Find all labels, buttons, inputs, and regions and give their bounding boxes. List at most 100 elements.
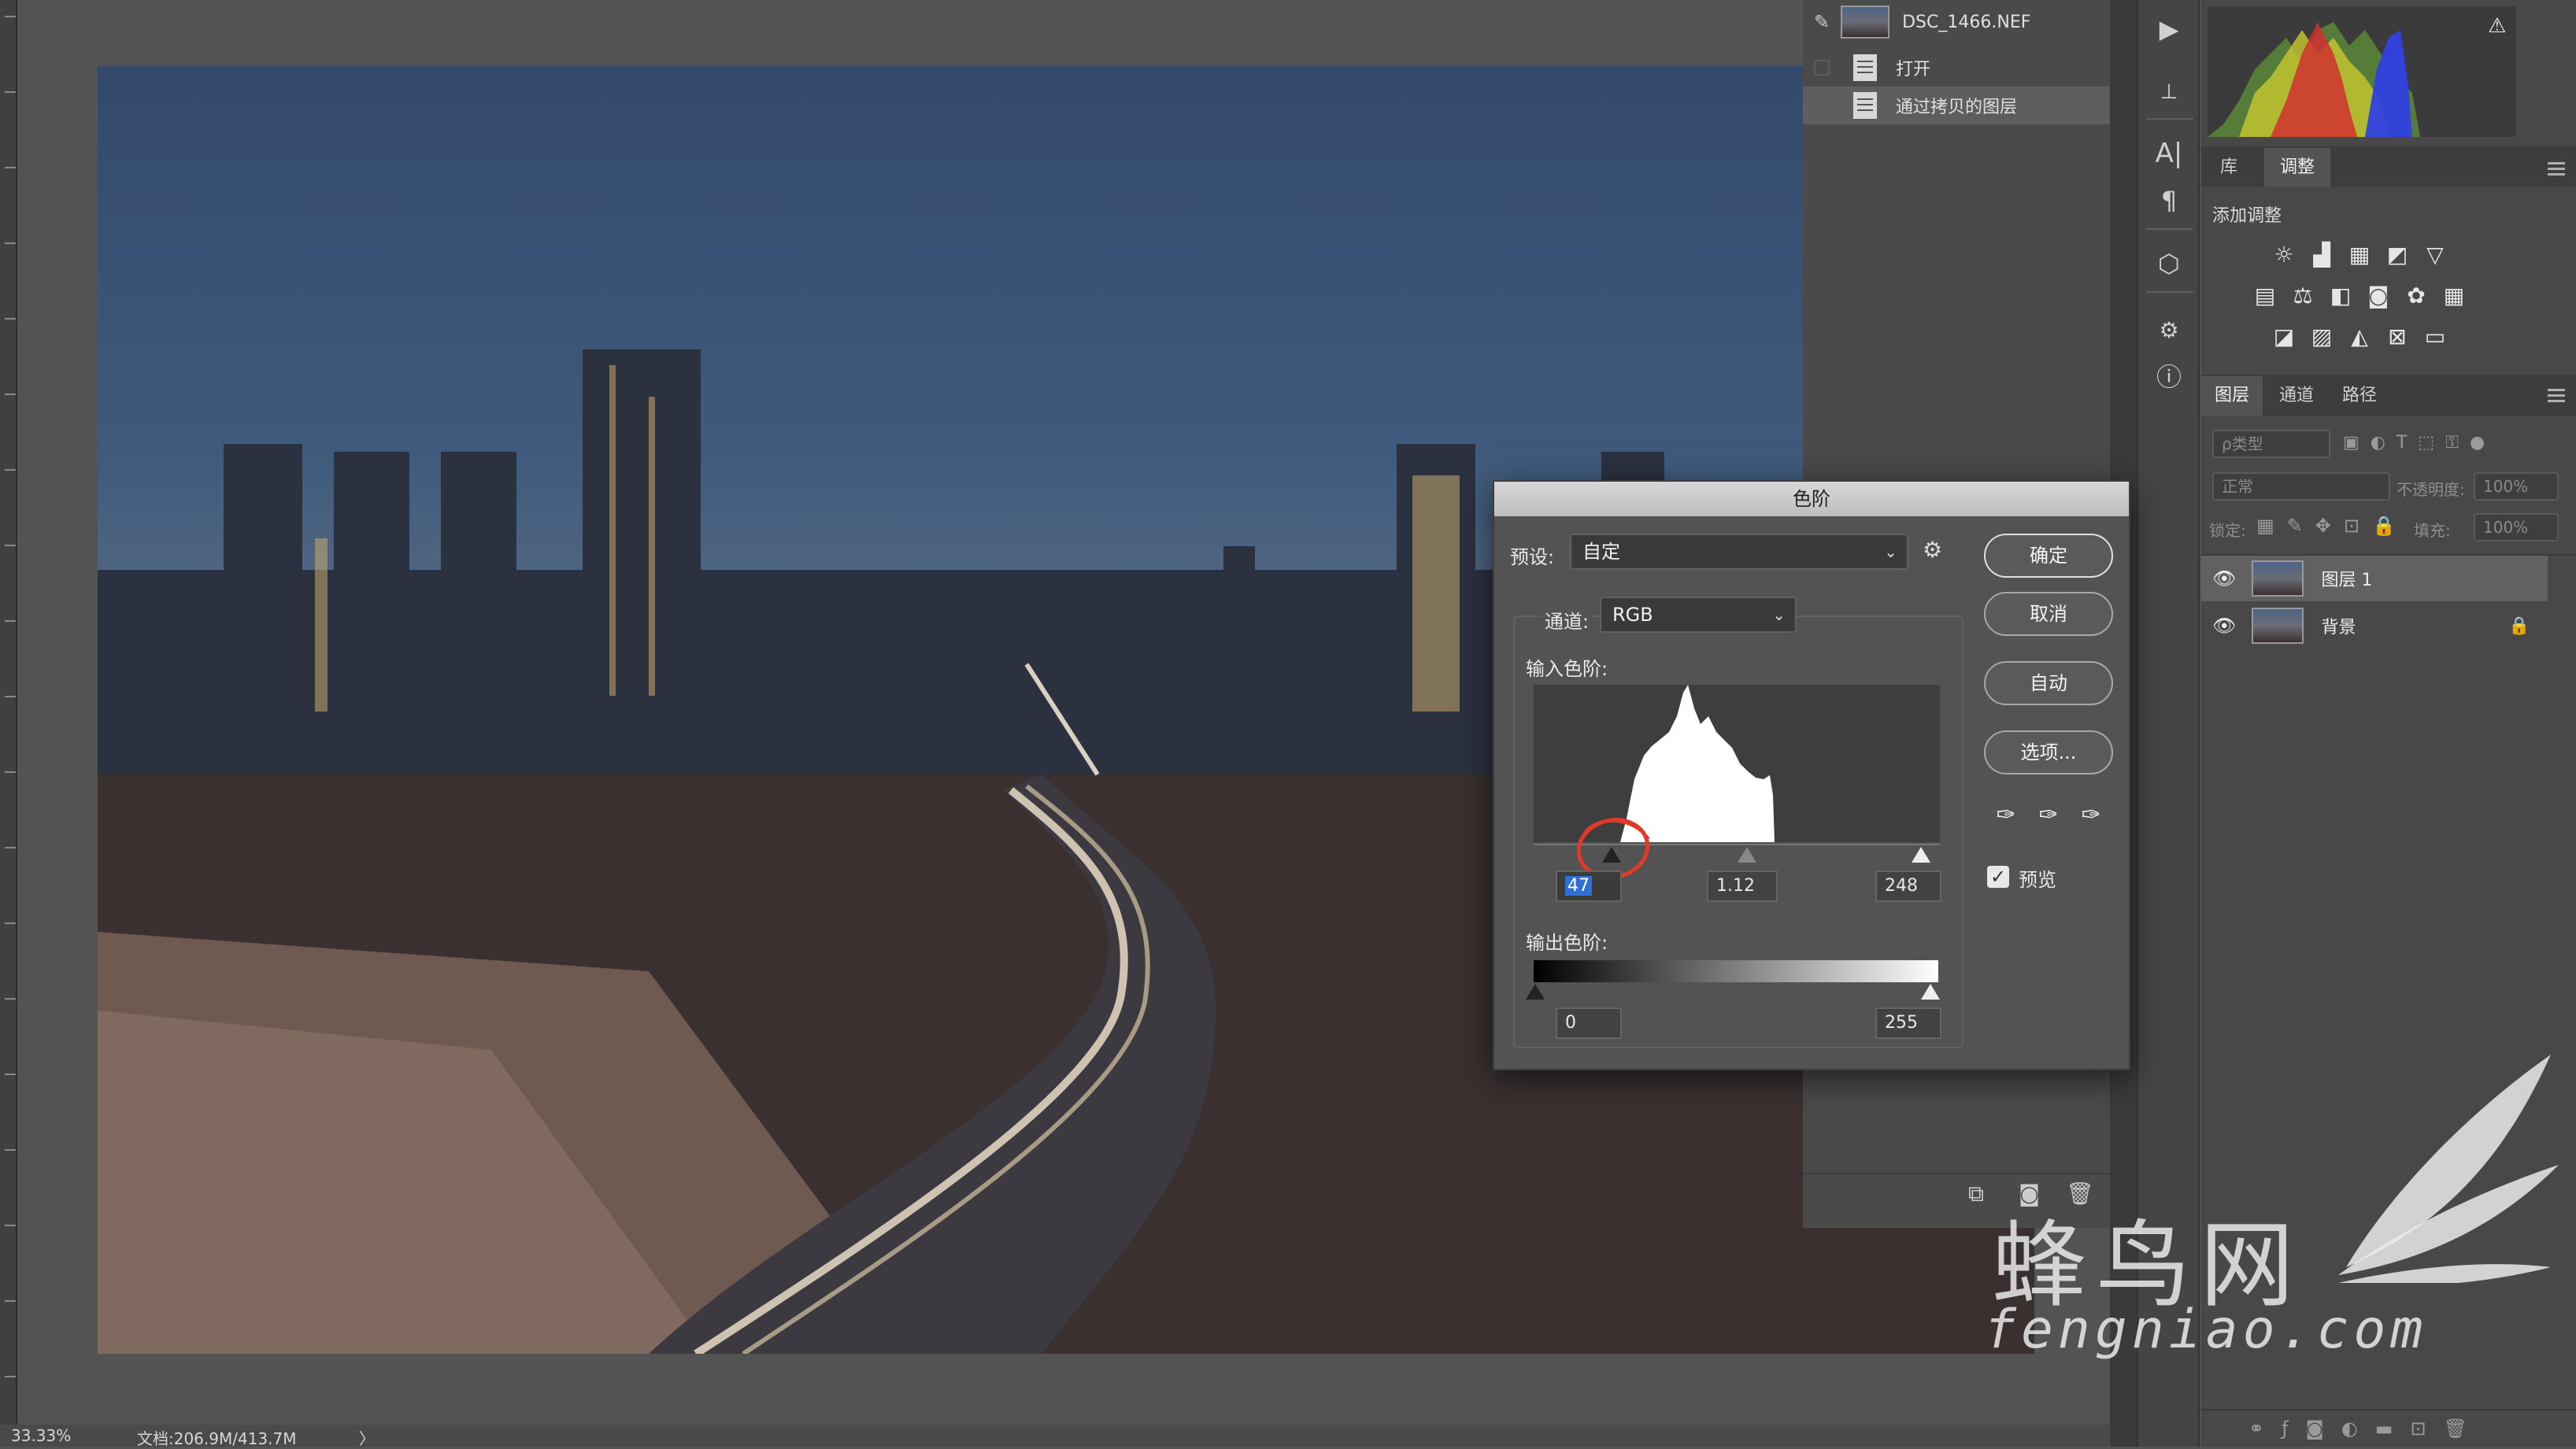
tab-layers[interactable]: 图层 [2201, 376, 2263, 416]
output-levels-label: 输出色阶: [1526, 932, 1608, 954]
output-black-field[interactable]: 0 [1556, 1007, 1622, 1039]
panel-menu-icon[interactable] [2548, 389, 2565, 391]
options-button[interactable]: 选项... [1984, 730, 2113, 774]
dialog-title[interactable]: 色阶 [1494, 482, 2129, 516]
preset-value: 自定 [1582, 541, 1620, 563]
tab-channels[interactable]: 通道 [2266, 376, 2327, 416]
ruler-tick [5, 167, 16, 168]
snapshot-name: DSC_1466.NEF [1902, 12, 2031, 32]
warning-icon[interactable]: ⚠ [2488, 14, 2506, 38]
status-bar: 33.33% 文档:206.9M/413.7M 〉 [0, 1425, 2110, 1449]
preset-options-gear-icon[interactable]: ⚙ [1923, 537, 1942, 563]
3d-cube-icon[interactable]: ⬡ [2149, 244, 2189, 283]
cancel-button[interactable]: 取消 [1984, 592, 2113, 636]
levels-dialog: 色阶 预设: 自定 ⌄ ⚙ 通道: RGB ⌄ 输入色阶: 47 1.12 24… [1493, 480, 2130, 1070]
lock-label: 锁定: [2209, 521, 2246, 540]
input-black-field[interactable]: 47 [1556, 871, 1622, 902]
exposure-icon[interactable]: ◩ [2384, 241, 2411, 268]
threshold-icon[interactable]: ◭ [2346, 323, 2373, 349]
black-white-icon[interactable]: ◧ [2327, 282, 2354, 309]
zoom-level[interactable]: 33.33% [11, 1426, 71, 1445]
layer-row-layer1[interactable]: 👁 图层 1 [2201, 556, 2548, 601]
preset-select[interactable]: 自定 ⌄ [1570, 534, 1908, 570]
input-gamma-field[interactable]: 1.12 [1707, 871, 1778, 902]
adjustments-tabbar [2201, 146, 2576, 187]
photo-filter-icon[interactable]: ◙ [2365, 282, 2392, 309]
history-state-icon [1853, 54, 1877, 81]
auto-button[interactable]: 自动 [1984, 661, 2113, 705]
snapshot-thumbnail [1841, 6, 1890, 39]
lock-icons[interactable]: ▦✎✥⊡🔒 [2256, 515, 2414, 537]
brush-presets-icon[interactable]: ⚙ [2149, 310, 2189, 349]
layer-filter-select[interactable]: ρ类型 [2212, 430, 2330, 458]
color-lookup-icon[interactable]: ▦ [2441, 282, 2467, 309]
selective-color-icon[interactable]: ⊠ [2384, 323, 2411, 349]
input-levels-label: 输入色阶: [1526, 658, 1608, 680]
levels-icon[interactable]: ▟ [2308, 241, 2335, 268]
posterize-icon[interactable]: ▨ [2308, 323, 2335, 349]
opacity-field[interactable]: 100% [2474, 472, 2559, 501]
brightness-contrast-icon[interactable]: ☼ [2271, 241, 2297, 268]
ruler-tick [5, 620, 16, 622]
history-source-checkbox[interactable] [1814, 98, 1830, 113]
black-eyedropper-icon[interactable]: ✑ [1990, 800, 2022, 831]
gray-eyedropper-icon[interactable]: ✑ [2033, 800, 2064, 831]
vibrance-icon[interactable]: ▽ [2422, 241, 2448, 268]
layer-name: 图层 1 [2321, 571, 2373, 590]
preset-label: 预设: [1510, 546, 1555, 568]
gradient-map-icon[interactable]: ▭ [2422, 323, 2448, 349]
preview-checkbox[interactable]: ✓ [1987, 866, 2009, 888]
ruler-tick [5, 1074, 16, 1075]
input-white-point-handle[interactable] [1912, 847, 1930, 863]
output-black-handle[interactable] [1526, 984, 1545, 1000]
channel-select[interactable]: RGB ⌄ [1600, 597, 1797, 633]
status-menu-arrow[interactable]: 〉 [359, 1426, 375, 1449]
invert-icon[interactable]: ◪ [2271, 323, 2297, 349]
vertical-ruler[interactable] [0, 0, 17, 1425]
play-icon[interactable]: ▶ [2149, 9, 2189, 49]
input-white-field[interactable]: 248 [1875, 871, 1941, 902]
tab-library[interactable]: 库 [2201, 148, 2256, 187]
white-eyedropper-icon[interactable]: ✑ [2075, 800, 2107, 831]
history-snapshot[interactable]: ✎ DSC_1466.NEF [1803, 3, 2110, 41]
output-white-handle[interactable] [1921, 984, 1940, 1000]
history-source-checkbox[interactable] [1814, 60, 1830, 76]
output-white-field[interactable]: 255 [1875, 1007, 1941, 1039]
layers-footer-icons[interactable]: ⚭ƒ◙◐▬⊡🗑 [2201, 1409, 2576, 1447]
visibility-eye-icon[interactable]: 👁 [2212, 567, 2236, 590]
layer-row-background[interactable]: 👁 背景 🔒 [2201, 603, 2548, 649]
stamp-icon[interactable]: ⊥ [2149, 72, 2189, 112]
blend-mode-select[interactable]: 正常 [2212, 472, 2390, 501]
preview-label: 预览 [2019, 869, 2056, 891]
history-item-label: 通过拷贝的图层 [1896, 98, 2018, 117]
ruler-tick [5, 771, 16, 773]
ruler-tick [5, 91, 16, 93]
curves-icon[interactable]: ▦ [2346, 241, 2373, 268]
ruler-tick [5, 1376, 16, 1377]
input-gamma-handle[interactable] [1738, 847, 1756, 863]
channel-mixer-icon[interactable]: ✿ [2403, 282, 2430, 309]
divider [2146, 118, 2193, 120]
panel-menu-icon[interactable] [2548, 162, 2565, 164]
color-balance-icon[interactable]: ⚖ [2289, 282, 2316, 309]
history-item-open[interactable]: 打开 [1803, 49, 2110, 87]
ruler-tick [5, 394, 16, 395]
watermark-url-text: fengniao.com [1984, 1299, 2428, 1361]
rgb-histogram-graph [2208, 22, 2420, 137]
visibility-eye-icon[interactable]: 👁 [2212, 615, 2236, 637]
history-item-copy-layer[interactable]: 通过拷贝的图层 [1803, 87, 2110, 124]
tab-paths[interactable]: 路径 [2329, 376, 2390, 416]
character-icon[interactable]: A| [2149, 134, 2189, 173]
ruler-tick [5, 318, 16, 320]
hue-saturation-icon[interactable]: ▤ [2252, 282, 2278, 309]
tab-adjustments[interactable]: 调整 [2264, 148, 2330, 187]
fill-field[interactable]: 100% [2474, 513, 2559, 542]
watermark: 蜂鸟网 fengniao.com [1968, 1047, 2567, 1377]
history-item-label: 打开 [1896, 60, 1931, 79]
histogram-panel: ⚠ [2208, 6, 2516, 137]
info-icon[interactable]: ⓘ [2149, 356, 2189, 395]
ruler-tick [5, 696, 16, 697]
ok-button[interactable]: 确定 [1984, 534, 2113, 578]
ruler-tick [5, 847, 16, 848]
paragraph-icon[interactable]: ¶ [2149, 181, 2189, 220]
